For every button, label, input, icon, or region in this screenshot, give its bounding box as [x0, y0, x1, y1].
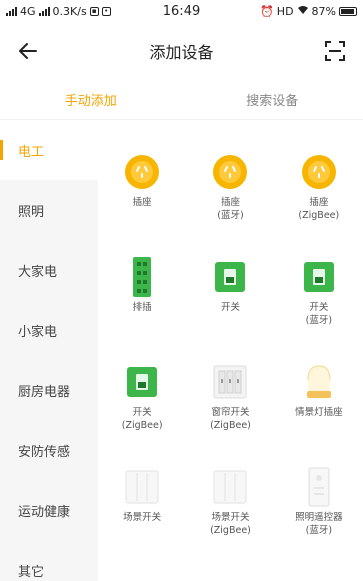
- status-bar: 4G 0.3K/s ▪ • 16:49 ⏰ HD 87%: [0, 0, 363, 22]
- scene-switch-icon: [122, 467, 162, 507]
- scan-button[interactable]: [323, 39, 347, 63]
- device-socket[interactable]: 插座: [98, 130, 186, 235]
- scene-switch-icon: [210, 467, 250, 507]
- device-scene-lamp-socket[interactable]: 情景灯插座: [275, 340, 363, 445]
- device-power-strip[interactable]: 排插: [98, 235, 186, 340]
- curtain-switch-icon: [210, 362, 250, 402]
- sidebar-item-large-appliances[interactable]: 大家电: [0, 240, 98, 300]
- page-title: 添加设备: [149, 43, 214, 62]
- device-label: 场景开关 (ZigBee): [210, 512, 251, 536]
- socket-icon: [122, 152, 162, 192]
- notification-icon: ▪: [89, 6, 99, 16]
- device-label: 场景开关: [123, 512, 162, 523]
- sidebar-item-security[interactable]: 安防传感: [0, 420, 98, 480]
- device-switch-bluetooth[interactable]: 开关 (蓝牙): [275, 235, 363, 340]
- tab-search-device[interactable]: 搜索设备: [182, 80, 363, 119]
- wifi-icon: [297, 5, 309, 18]
- message-icon: •: [101, 6, 111, 16]
- alarm-icon: ⏰: [260, 4, 274, 18]
- sidebar-item-lighting[interactable]: 照明: [0, 180, 98, 240]
- power-strip-icon: [122, 257, 162, 297]
- device-label: 情景灯插座: [295, 407, 343, 418]
- sidebar-item-electrician[interactable]: 电工: [0, 120, 98, 180]
- sidebar-item-health[interactable]: 运动健康: [0, 480, 98, 540]
- back-button[interactable]: [16, 39, 40, 63]
- network-type: 4G: [20, 4, 36, 18]
- device-label: 照明遥控器 (蓝牙): [295, 512, 343, 536]
- device-scene-switch-zigbee[interactable]: 场景开关 (ZigBee): [186, 445, 274, 550]
- battery-icon: [339, 6, 357, 16]
- status-right: ⏰ HD 87%: [260, 5, 357, 18]
- device-switch[interactable]: 开关: [186, 235, 274, 340]
- remote-icon: [299, 467, 339, 507]
- back-arrow-icon: [19, 43, 37, 59]
- tab-bar: 手动添加 搜索设备: [0, 80, 363, 120]
- socket-icon: [299, 152, 339, 192]
- device-label: 窗帘开关 (ZigBee): [210, 407, 251, 431]
- device-label: 开关 (蓝牙): [305, 302, 333, 326]
- switch-icon: [299, 257, 339, 297]
- signal-bars-icon: [6, 6, 17, 16]
- device-socket-zigbee[interactable]: 插座 (ZigBee): [275, 130, 363, 235]
- hd-indicator: HD: [276, 4, 294, 18]
- sidebar-item-other[interactable]: 其它: [0, 540, 98, 581]
- device-label: 插座: [132, 197, 152, 208]
- sidebar-item-kitchen[interactable]: 厨房电器: [0, 360, 98, 420]
- device-grid: 插座 插座 (蓝牙) 插座 (ZigBee) 排插 开关 开关 (蓝牙) 开关 …: [98, 120, 363, 581]
- header: 添加设备: [0, 22, 363, 80]
- device-label: 插座 (ZigBee): [298, 197, 340, 221]
- tab-manual-add[interactable]: 手动添加: [0, 80, 182, 119]
- network-speed: 0.3K/s: [52, 4, 87, 18]
- device-lighting-remote-bluetooth[interactable]: 照明遥控器 (蓝牙): [275, 445, 363, 550]
- battery-percent: 87%: [311, 4, 336, 18]
- signal-bars-icon-2: [38, 6, 50, 16]
- scene-lamp-icon: [299, 362, 339, 402]
- device-socket-bluetooth[interactable]: 插座 (蓝牙): [186, 130, 274, 235]
- device-label: 开关: [220, 302, 240, 313]
- switch-icon: [122, 362, 162, 402]
- device-scene-switch[interactable]: 场景开关: [98, 445, 186, 550]
- switch-icon: [210, 257, 250, 297]
- content: 电工 照明 大家电 小家电 厨房电器 安防传感 运动健康 其它 插座 插座 (蓝…: [0, 120, 363, 581]
- status-left: 4G 0.3K/s ▪ •: [6, 5, 111, 18]
- device-switch-zigbee[interactable]: 开关 (ZigBee): [98, 340, 186, 445]
- device-curtain-switch-zigbee[interactable]: 窗帘开关 (ZigBee): [186, 340, 274, 445]
- sidebar-item-small-appliances[interactable]: 小家电: [0, 300, 98, 360]
- scan-icon: [324, 41, 345, 61]
- device-label: 排插: [132, 302, 152, 313]
- category-sidebar: 电工 照明 大家电 小家电 厨房电器 安防传感 运动健康 其它: [0, 120, 98, 581]
- socket-icon: [210, 152, 250, 192]
- device-label: 开关 (ZigBee): [121, 407, 163, 431]
- device-label: 插座 (蓝牙): [217, 197, 244, 221]
